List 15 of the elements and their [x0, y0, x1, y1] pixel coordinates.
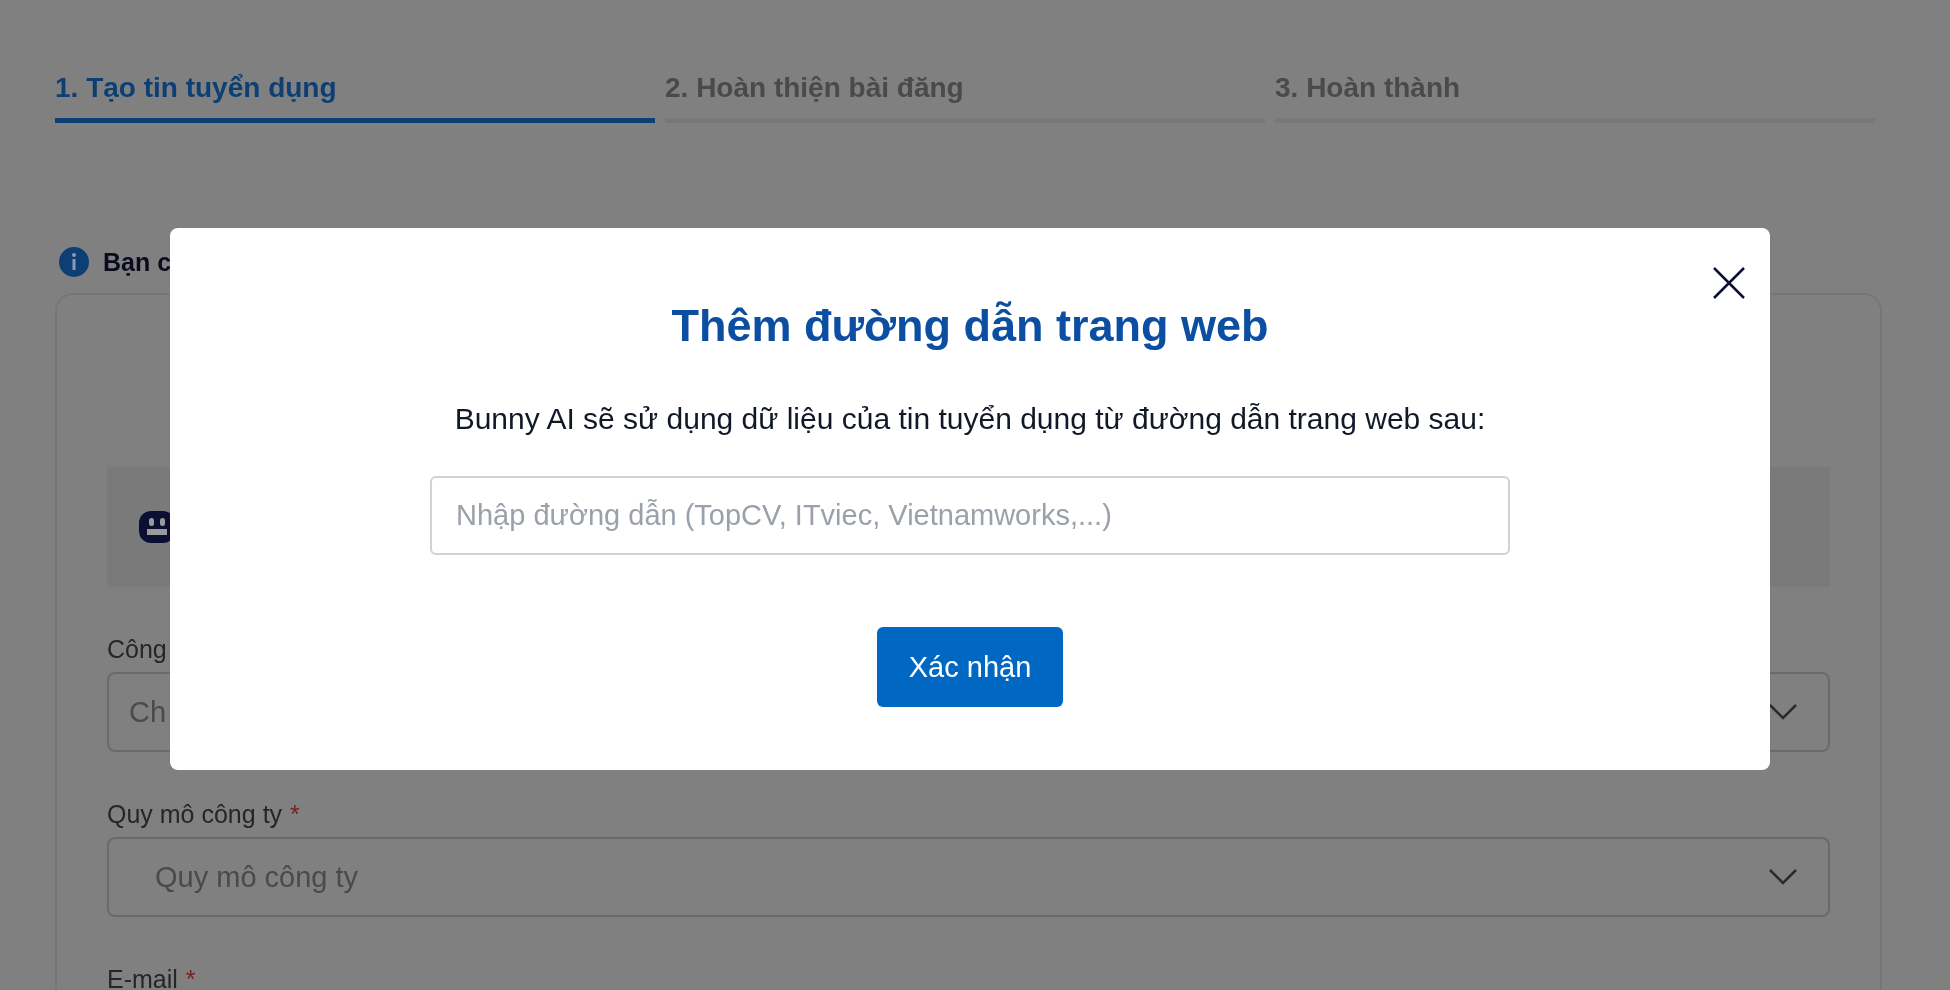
confirm-button[interactable]: Xác nhận: [876, 627, 1064, 707]
required-mark: *: [290, 800, 300, 829]
step-tab[interactable]: 1. Tạo tin tuyển dụng: [55, 70, 655, 123]
close-icon: [1712, 266, 1746, 300]
notice-text: Bạn c: [103, 247, 172, 277]
chevron-down-icon: [1768, 868, 1798, 886]
dialog-title: Thêm đường dẫn trang web: [671, 300, 1269, 352]
dialog-message: Bunny AI sẽ sử dụng dữ liệu của tin tuyển dụng từ đường dẫn trang web sau:: [454, 402, 1486, 436]
field-label: Quy mô công ty: [107, 800, 283, 829]
field-label: Công: [107, 635, 167, 664]
field-label: E-mail: [107, 965, 178, 990]
info-icon: [59, 247, 89, 277]
chevron-down-icon: [1768, 703, 1798, 721]
url-input-field[interactable]: Nhập đường dẫn (TopCV, ITviec, Vietnamworks,...): [430, 476, 1510, 555]
required-mark: *: [185, 965, 196, 990]
